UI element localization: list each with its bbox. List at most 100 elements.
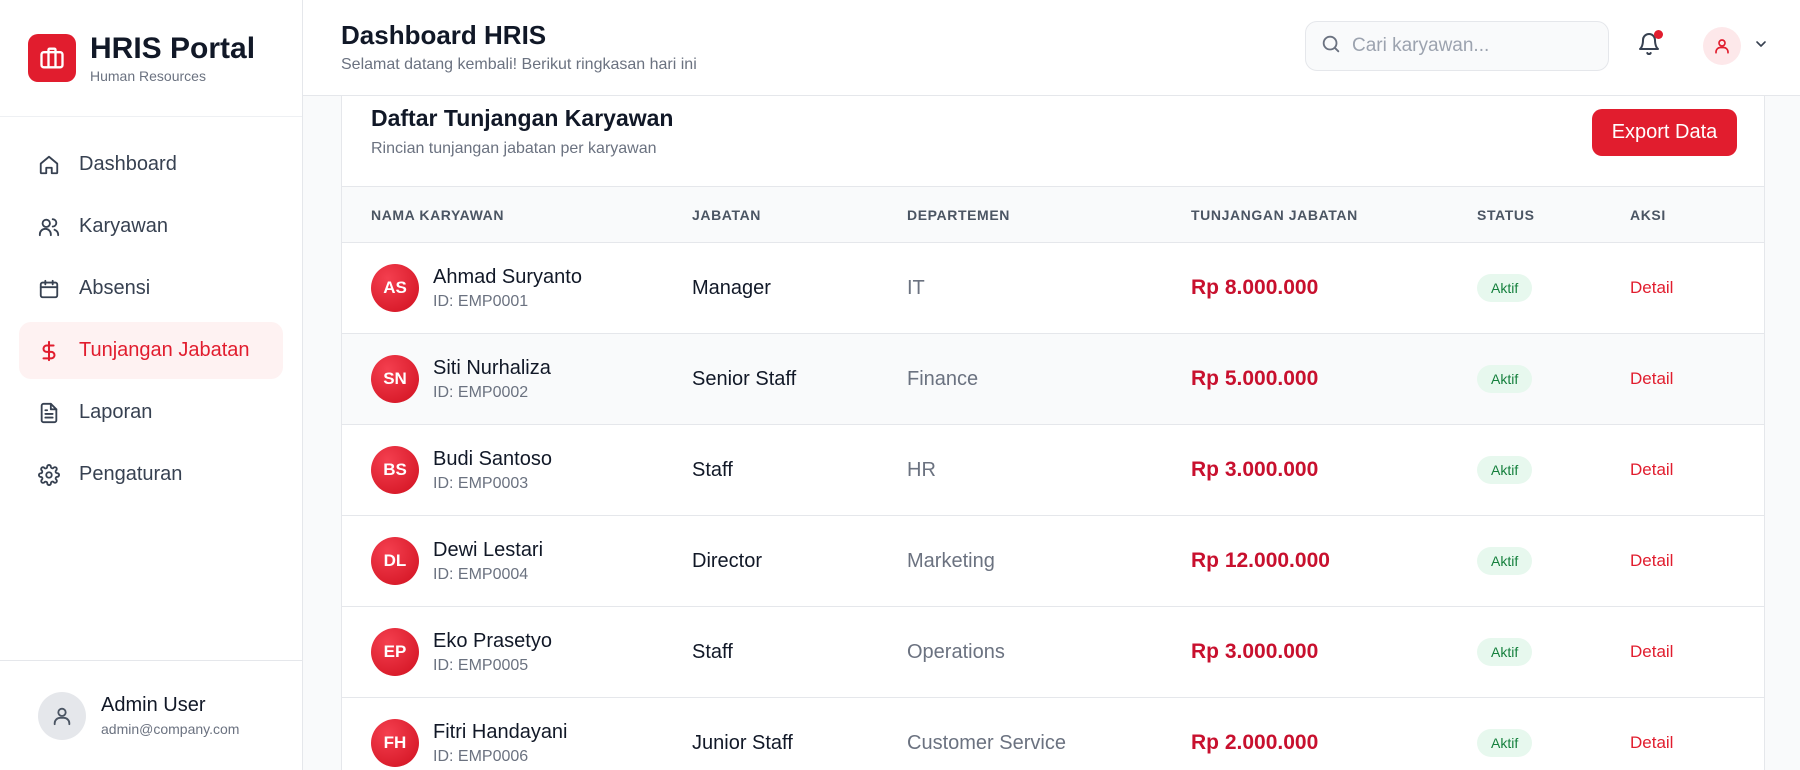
notifications-button[interactable] [1633, 30, 1665, 62]
status-badge: Aktif [1477, 274, 1533, 302]
chevron-down-icon [1753, 36, 1769, 57]
brand-subtitle: Human Resources [90, 68, 206, 84]
employee-jabatan: Junior Staff [692, 731, 793, 754]
employee-avatar: FH [371, 719, 419, 767]
employee-id: ID: EMP0002 [433, 383, 529, 401]
employee-id: ID: EMP0001 [433, 292, 529, 310]
status-badge: Aktif [1477, 638, 1533, 666]
employee-name: Eko Prasetyo [433, 629, 552, 652]
employee-jabatan: Director [692, 549, 763, 572]
employee-departemen: Operations [907, 640, 1005, 663]
employee-jabatan: Staff [692, 640, 733, 663]
sidebar-item-label: Karyawan [79, 215, 168, 237]
employee-name: Siti Nurhaliza [433, 356, 551, 379]
employee-name: Dewi Lestari [433, 538, 544, 561]
sidebar-item-tunjangan-jabatan[interactable]: Tunjangan Jabatan [19, 322, 283, 379]
status-badge: Aktif [1477, 547, 1533, 575]
sidebar-item-label: Laporan [79, 401, 153, 423]
detail-link[interactable]: Detail [1630, 460, 1673, 479]
sidebar-item-label: Tunjangan Jabatan [79, 339, 250, 361]
export-data-button[interactable]: Export Data [1592, 109, 1737, 156]
column-header-jabatan: JABATAN [692, 206, 762, 223]
employee-departemen: IT [907, 276, 925, 299]
detail-link[interactable]: Detail [1630, 733, 1673, 752]
column-header-aksi: AKSI [1630, 206, 1666, 223]
sidebar-item-pengaturan[interactable]: Pengaturan [19, 446, 283, 503]
table-row: FH Fitri Handayani ID: EMP0006 Junior Staf… [342, 698, 1764, 770]
employee-departemen: Finance [907, 367, 979, 390]
employee-departemen: Customer Service [907, 731, 1066, 754]
sidebar-item-label: Dashboard [79, 153, 177, 175]
user-email: admin@company.com [101, 721, 240, 737]
employee-departemen: HR [907, 458, 936, 481]
employee-avatar: BS [371, 446, 419, 494]
profile-avatar-icon [1703, 27, 1741, 65]
sidebar-item-label: Pengaturan [79, 463, 183, 485]
page-subtitle: Selamat datang kembali! Berikut ringkasa… [341, 56, 697, 73]
table-row: SN Siti Nurhaliza ID: EMP0002 Senior Staff… [342, 334, 1764, 425]
employee-jabatan: Senior Staff [692, 367, 797, 390]
table-row: BS Budi Santoso ID: EMP0003 Staff HR Rp 3.… [342, 425, 1764, 516]
status-badge: Aktif [1477, 365, 1533, 393]
column-header-tunjangan: TUNJANGAN JABATAN [1191, 206, 1358, 223]
allowance-table: NAMA KARYAWAN JABATAN DEPARTEMEN TUNJANG… [342, 186, 1764, 770]
table-row: EP Eko Prasetyo ID: EMP0005 Staff Operatio… [342, 607, 1764, 698]
user-avatar-icon [38, 691, 86, 740]
employee-tunjangan: Rp 12.000.000 [1191, 549, 1330, 572]
allowance-card: Daftar Tunjangan Karyawan Rincian tunjan… [341, 96, 1765, 770]
employee-tunjangan: Rp 3.000.000 [1191, 640, 1319, 663]
employee-tunjangan: Rp 2.000.000 [1191, 731, 1319, 754]
employee-avatar: DL [371, 537, 419, 585]
employee-name: Ahmad Suryanto [433, 265, 582, 288]
document-icon [37, 401, 61, 425]
profile-menu[interactable] [1703, 27, 1769, 65]
sidebar-item-absensi[interactable]: Absensi [19, 260, 283, 317]
status-badge: Aktif [1477, 729, 1533, 757]
employee-jabatan: Manager [692, 276, 771, 299]
employee-name: Budi Santoso [433, 447, 552, 470]
sidebar-item-karyawan[interactable]: Karyawan [19, 198, 283, 255]
dollar-icon [37, 339, 61, 363]
search-box [1305, 21, 1609, 71]
employee-id: ID: EMP0003 [433, 474, 529, 492]
status-badge: Aktif [1477, 456, 1533, 484]
sidebar-nav: Dashboard Karyawan Absensi Tunjangan Jab… [0, 117, 302, 503]
page-title: Dashboard HRIS [341, 20, 547, 50]
top-header: Dashboard HRIS Selamat datang kembali! B… [303, 0, 1800, 96]
calendar-icon [37, 277, 61, 301]
card-subtitle: Rincian tunjangan jabatan per karyawan [371, 140, 657, 157]
employee-id: ID: EMP0004 [433, 565, 529, 583]
home-icon [37, 153, 61, 177]
employee-name: Fitri Handayani [433, 720, 568, 743]
detail-link[interactable]: Detail [1630, 642, 1673, 661]
employee-tunjangan: Rp 8.000.000 [1191, 276, 1319, 299]
brand: HRIS Portal Human Resources [0, 0, 302, 117]
briefcase-icon [28, 34, 76, 82]
detail-link[interactable]: Detail [1630, 551, 1673, 570]
employee-tunjangan: Rp 3.000.000 [1191, 458, 1319, 481]
brand-title: HRIS Portal [90, 32, 256, 65]
card-title: Daftar Tunjangan Karyawan [371, 105, 674, 131]
table-header: NAMA KARYAWAN JABATAN DEPARTEMEN TUNJANG… [342, 186, 1764, 243]
column-header-departemen: DEPARTEMEN [907, 206, 1010, 223]
employee-jabatan: Staff [692, 458, 733, 481]
sidebar-item-dashboard[interactable]: Dashboard [19, 136, 283, 193]
employee-avatar: SN [371, 355, 419, 403]
table-row: AS Ahmad Suryanto ID: EMP0001 Manager IT R… [342, 243, 1764, 334]
sidebar-item-laporan[interactable]: Laporan [19, 384, 283, 441]
employee-id: ID: EMP0005 [433, 656, 529, 674]
detail-link[interactable]: Detail [1630, 278, 1673, 297]
current-user[interactable]: Admin User admin@company.com [0, 660, 302, 770]
column-header-status: STATUS [1477, 206, 1535, 223]
employee-avatar: AS [371, 264, 419, 312]
detail-link[interactable]: Detail [1630, 369, 1673, 388]
users-icon [37, 215, 61, 239]
notification-dot [1654, 30, 1663, 39]
search-input[interactable] [1352, 35, 1592, 57]
column-header-nama: NAMA KARYAWAN [371, 206, 505, 223]
user-name: Admin User [101, 694, 206, 716]
sidebar: HRIS Portal Human Resources Dashboard Ka… [0, 0, 303, 770]
employee-departemen: Marketing [907, 549, 995, 572]
gear-icon [37, 463, 61, 487]
employee-id: ID: EMP0006 [433, 747, 529, 765]
